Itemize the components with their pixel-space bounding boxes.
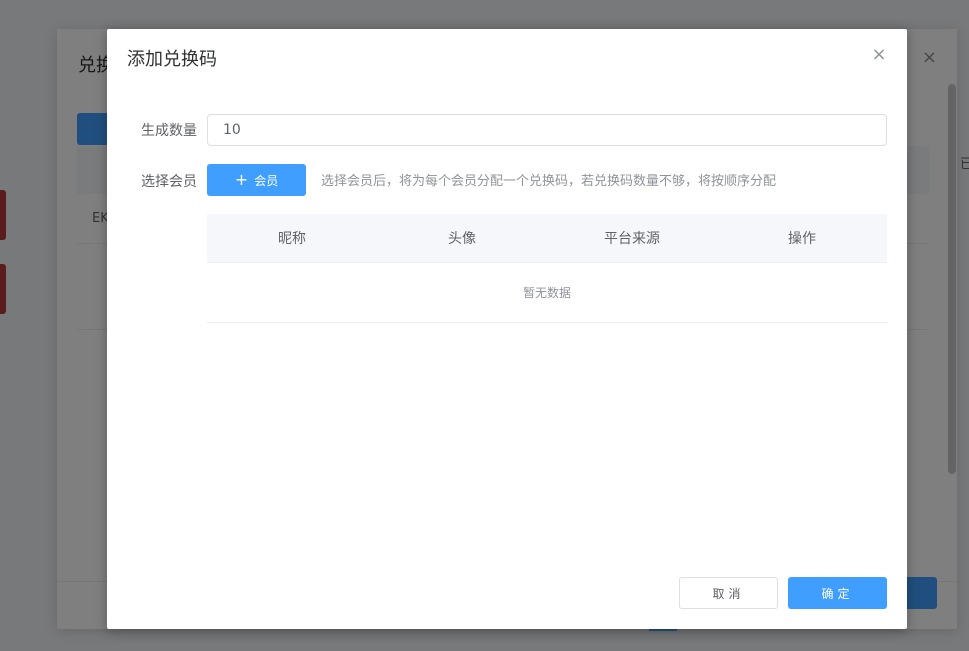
plus-icon: +: [234, 170, 249, 189]
member-table: 昵称 头像 平台来源 操作 暂无数据: [207, 214, 887, 323]
member-hint: 选择会员后，将为每个会员分配一个兑换码，若兑换码数量不够，将按顺序分配: [321, 174, 777, 189]
table-empty-text: 暂无数据: [207, 263, 887, 323]
confirm-button[interactable]: 确定: [788, 577, 887, 609]
add-redeem-code-dialog: 添加兑换码 × 生成数量 选择会员 + 会员 选择会员后，将为每个会员分配一个兑…: [107, 29, 907, 629]
close-icon[interactable]: ×: [871, 46, 887, 64]
column-header-nickname: 昵称: [278, 231, 306, 247]
column-header-actions: 操作: [788, 231, 816, 247]
quantity-label: 生成数量: [141, 123, 197, 139]
add-member-button-label: 会员: [254, 173, 279, 188]
cancel-button[interactable]: 取消: [679, 577, 778, 609]
add-member-button[interactable]: + 会员: [207, 164, 306, 196]
member-label: 选择会员: [141, 174, 197, 190]
table-header: 昵称 头像 平台来源 操作: [207, 214, 887, 263]
column-header-platform: 平台来源: [604, 231, 660, 247]
column-header-avatar: 头像: [448, 231, 476, 247]
quantity-input[interactable]: [207, 114, 887, 146]
dialog-title: 添加兑换码: [127, 49, 217, 70]
